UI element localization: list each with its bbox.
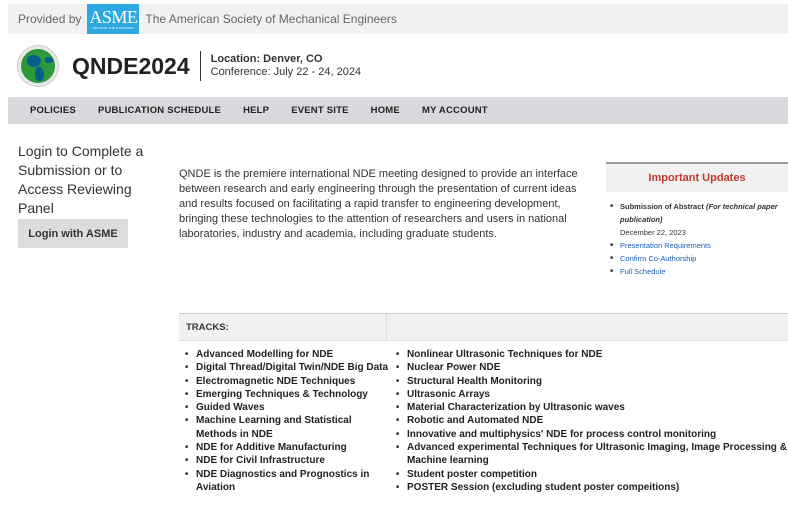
conference-meta: Location: Denver, CO Conference: July 22…: [211, 53, 361, 79]
conference-header: QNDE2024 Location: Denver, CO Conference…: [18, 46, 361, 86]
important-updates-panel: Important Updates Submission of Abstract…: [606, 162, 788, 278]
tracks-column-1: Advanced Modelling for NDE Digital Threa…: [179, 348, 390, 494]
presentation-requirements-link[interactable]: Presentation Requirements: [620, 241, 711, 250]
track-item: Guided Waves: [179, 401, 390, 415]
track-item: Structural Health Monitoring: [390, 375, 788, 389]
tracks-header: TRACKS:: [179, 313, 788, 341]
full-schedule-link[interactable]: Full Schedule: [620, 267, 665, 276]
globe-logo-icon: [18, 46, 58, 86]
conference-location: Location: Denver, CO: [210, 53, 323, 65]
provided-by-label: Provided by: [18, 12, 82, 26]
nav-my-account[interactable]: MY ACCOUNT: [422, 105, 488, 116]
update-item-link: Full Schedule: [610, 265, 788, 278]
track-item: Innovative and multiphysics' NDE for pro…: [390, 428, 788, 442]
asme-logo-text: ASME: [89, 7, 138, 27]
track-item: NDE for Civil Infrastructure: [179, 454, 390, 468]
main-nav: POLICIES PUBLICATION SCHEDULE HELP EVENT…: [8, 97, 788, 124]
track-item: POSTER Session (excluding student poster…: [390, 481, 788, 495]
track-item: NDE Diagnostics and Prognostics in Aviat…: [179, 468, 390, 495]
track-item: NDE for Additive Manufacturing: [179, 441, 390, 455]
asme-logo[interactable]: ASME SETTING THE STANDARD: [87, 4, 140, 34]
abstract-date: December 22, 2023: [620, 228, 686, 237]
provided-by-bar: Provided by ASME SETTING THE STANDARD Th…: [8, 4, 788, 34]
nav-publication-schedule[interactable]: PUBLICATION SCHEDULE: [98, 105, 221, 116]
nav-event-site[interactable]: EVENT SITE: [291, 105, 348, 116]
track-item: Material Characterization by Ultrasonic …: [390, 401, 788, 415]
login-panel: Login to Complete a Submission or to Acc…: [18, 142, 158, 248]
track-item: Student poster competition: [390, 468, 788, 482]
conference-title: QNDE2024: [72, 52, 190, 79]
nav-help[interactable]: HELP: [243, 105, 269, 116]
org-name: The American Society of Mechanical Engin…: [145, 12, 397, 26]
track-item: Robotic and Automated NDE: [390, 414, 788, 428]
update-item-link: Presentation Requirements: [610, 239, 788, 252]
track-item: Digital Thread/Digital Twin/NDE Big Data: [179, 361, 390, 375]
conference-dates: Conference: July 22 - 24, 2024: [210, 66, 362, 78]
track-item: Nonlinear Ultrasonic Techniques for NDE: [390, 348, 788, 362]
track-item: Nuclear Power NDE: [390, 361, 788, 375]
track-item: Electromagnetic NDE Techniques: [179, 375, 390, 389]
track-item: Advanced experimental Techniques for Ult…: [390, 441, 788, 468]
track-item: Machine Learning and Statistical Methods…: [179, 414, 390, 441]
login-title: Login to Complete a Submission or to Acc…: [18, 143, 144, 216]
nav-home[interactable]: HOME: [371, 105, 400, 116]
confirm-coauthorship-link[interactable]: Confirm Co-Authorship: [620, 254, 696, 263]
tracks-section: TRACKS: Advanced Modelling for NDE Digit…: [179, 313, 788, 495]
intro-text: QNDE is the premiere international NDE m…: [179, 168, 578, 240]
asme-logo-tagline: SETTING THE STANDARD: [92, 26, 134, 30]
login-with-asme-button[interactable]: Login with ASME: [18, 219, 128, 248]
abstract-label: Submission of Abstract: [620, 202, 704, 211]
tracks-heading: TRACKS:: [179, 314, 387, 340]
header-divider: [199, 51, 201, 81]
track-item: Advanced Modelling for NDE: [179, 348, 390, 362]
update-item-abstract: Submission of Abstract (For technical pa…: [610, 200, 788, 239]
nav-policies[interactable]: POLICIES: [30, 105, 76, 116]
updates-heading: Important Updates: [606, 162, 788, 192]
update-item-link: Confirm Co-Authorship: [610, 252, 788, 265]
tracks-columns: Advanced Modelling for NDE Digital Threa…: [179, 348, 788, 495]
track-item: Emerging Techniques & Technology: [179, 388, 390, 402]
tracks-column-2: Nonlinear Ultrasonic Techniques for NDE …: [390, 348, 788, 495]
updates-list: Submission of Abstract (For technical pa…: [606, 200, 788, 278]
track-item: Ultrasonic Arrays: [390, 388, 788, 402]
